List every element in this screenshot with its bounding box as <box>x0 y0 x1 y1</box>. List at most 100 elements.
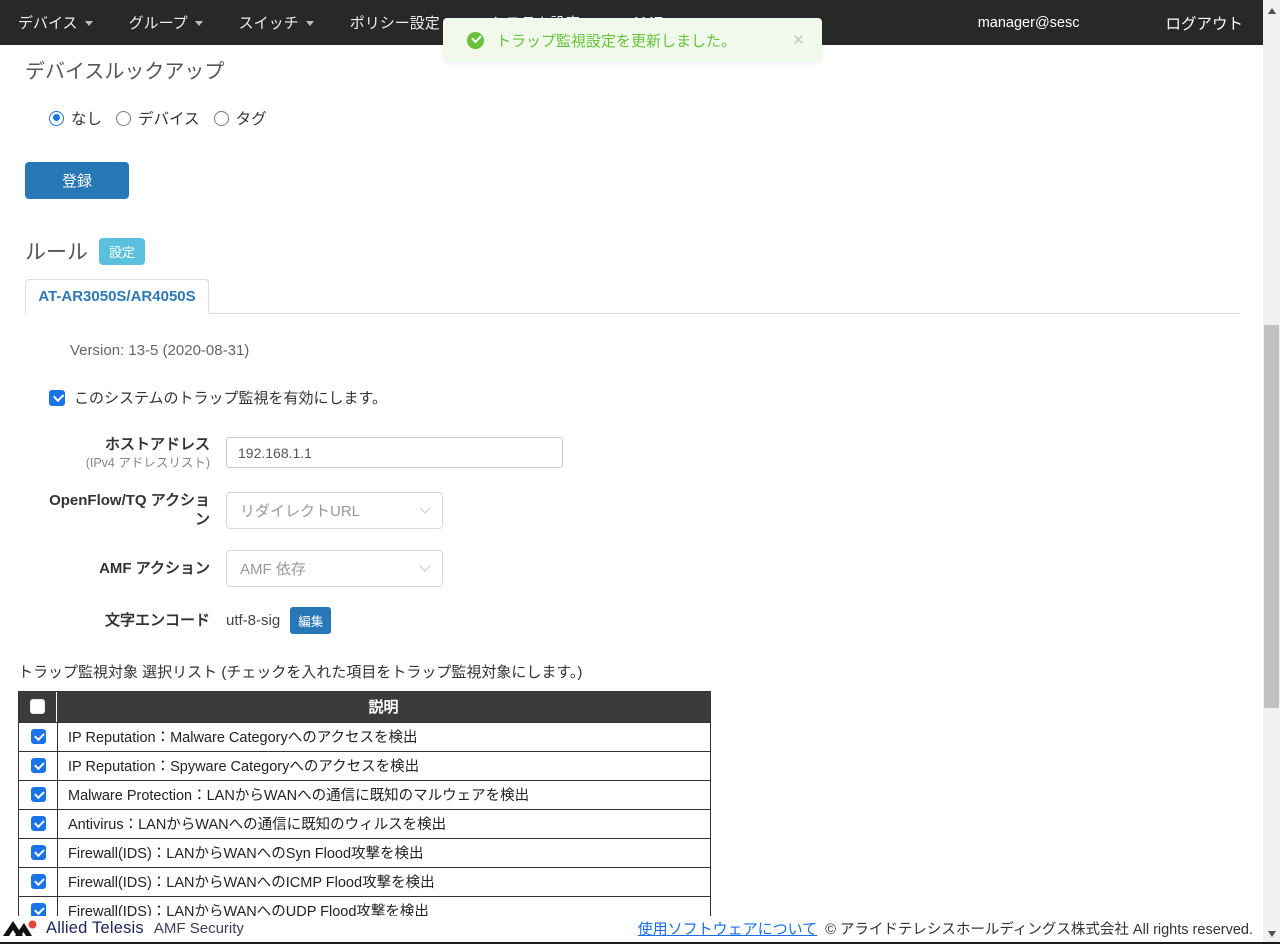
table-row: Malware Protection：LANからWANへの通信に既知のマルウェア… <box>19 780 710 809</box>
openflow-action-value: リダイレクトURL <box>240 500 360 521</box>
host-address-row: ホストアドレス (IPv4 アドレスリスト) <box>49 435 1263 471</box>
row-check-cell <box>19 752 57 780</box>
footer-right: 使用ソフトウェアについて © アライドテレシスホールディングス株式会社 All … <box>638 918 1255 939</box>
description-column-header: 説明 <box>57 696 710 717</box>
nav-right: manager@sesc ログアウト <box>978 12 1243 34</box>
toast-message: トラップ監視設定を更新しました。 <box>496 30 781 51</box>
row-check-cell <box>19 897 57 916</box>
row-checkbox[interactable] <box>31 729 46 744</box>
row-description: IP Reputation：Spyware Categoryへのアクセスを検出 <box>57 752 710 780</box>
success-toast: トラップ監視設定を更新しました。 × <box>443 18 822 62</box>
row-checkbox[interactable] <box>31 787 46 802</box>
chevron-down-icon <box>419 503 430 514</box>
table-row: Firewall(IDS)：LANからWANへのICMP Flood攻撃を検出 <box>19 867 710 896</box>
scrollbar-thumb[interactable] <box>1264 325 1279 708</box>
nav-menu-item-label: ポリシー設定 <box>350 12 440 33</box>
radio-option-label: タグ <box>236 107 267 129</box>
lookup-radio-group: なし デバイス タグ <box>49 107 1263 129</box>
row-checkbox[interactable] <box>31 845 46 860</box>
radio-icon[interactable] <box>214 111 229 126</box>
brand-name: Allied Telesis <box>46 919 144 938</box>
radio-option-label: デバイス <box>138 107 200 129</box>
nav-menu-item-label: グループ <box>129 12 188 33</box>
table-row: Firewall(IDS)：LANからWANへのSyn Flood攻撃を検出 <box>19 838 710 867</box>
lookup-submit-button[interactable]: 登録 <box>25 162 129 199</box>
allied-telesis-logo: Allied Telesis <box>2 919 144 938</box>
chevron-down-icon <box>85 21 93 26</box>
row-checkbox[interactable] <box>31 758 46 773</box>
host-address-sublabel: (IPv4 アドレスリスト) <box>49 455 210 471</box>
rule-header: ルール 設定 <box>25 236 1263 266</box>
allied-telesis-logo-icon <box>2 919 40 938</box>
amf-action-row: AMF アクション AMF 依存 <box>49 550 1263 587</box>
row-description: Firewall(IDS)：LANからWANへのICMP Flood攻撃を検出 <box>57 868 710 896</box>
table-header-row: 説明 <box>19 692 710 722</box>
lookup-radio-option[interactable]: タグ <box>214 107 267 129</box>
openflow-action-select[interactable]: リダイレクトURL <box>226 492 443 529</box>
row-check-cell <box>19 781 57 809</box>
amf-action-label: AMF アクション <box>49 559 210 579</box>
openflow-action-label: OpenFlow/TQ アクション <box>49 491 210 530</box>
chevron-down-icon <box>195 21 203 26</box>
row-checkbox[interactable] <box>31 874 46 889</box>
scroll-down-icon[interactable] <box>1263 925 1280 942</box>
tab-ar3050s-ar4050s[interactable]: AT-AR3050S/AR4050S <box>25 279 209 314</box>
encoding-row: 文字エンコード utf-8-sig 編集 <box>49 607 1263 634</box>
table-body: IP Reputation：Malware Categoryへのアクセスを検出 … <box>19 722 710 916</box>
nav-menu-item[interactable]: スイッチ <box>239 12 314 33</box>
trap-target-table: 説明 IP Reputation：Malware Categoryへのアクセスを… <box>18 691 711 916</box>
radio-option-label: なし <box>71 107 102 129</box>
row-description: Firewall(IDS)：LANからWANへのSyn Flood攻撃を検出 <box>57 839 710 867</box>
radio-icon[interactable] <box>49 111 64 126</box>
encoding-value: utf-8-sig <box>226 612 280 629</box>
scroll-up-icon[interactable] <box>1263 2 1280 19</box>
copyright-text: © アライドテレシスホールディングス株式会社 All rights reserv… <box>825 918 1253 939</box>
lookup-radio-option[interactable]: デバイス <box>116 107 200 129</box>
row-description: Malware Protection：LANからWANへの通信に既知のマルウェア… <box>57 781 710 809</box>
row-checkbox[interactable] <box>31 816 46 831</box>
row-description: Firewall(IDS)：LANからWANへのUDP Flood攻撃を検出 <box>57 897 710 916</box>
row-description: IP Reputation：Malware Categoryへのアクセスを検出 <box>57 723 710 751</box>
nav-menu-item-label: デバイス <box>18 12 78 33</box>
amf-action-select[interactable]: AMF 依存 <box>226 550 443 587</box>
chevron-down-icon <box>419 561 430 572</box>
nav-menu-item[interactable]: ポリシー設定 <box>350 12 455 33</box>
toast-close-icon[interactable]: × <box>793 31 804 50</box>
software-info-link[interactable]: 使用ソフトウェアについて <box>638 918 818 939</box>
chevron-down-icon <box>306 21 314 26</box>
trap-target-caption: トラップ監視対象 選択リスト (チェックを入れた項目をトラップ監視対象にします。… <box>18 661 1263 682</box>
product-name: AMF Security <box>154 920 244 937</box>
table-row: Firewall(IDS)：LANからWANへのUDP Flood攻撃を検出 <box>19 896 710 916</box>
encoding-edit-button[interactable]: 編集 <box>290 607 331 634</box>
row-check-cell <box>19 868 57 896</box>
table-row: IP Reputation：Spyware Categoryへのアクセスを検出 <box>19 751 710 780</box>
success-check-icon <box>467 32 484 49</box>
lookup-radio-option[interactable]: なし <box>49 107 102 129</box>
row-checkbox[interactable] <box>31 903 46 916</box>
table-row: Antivirus：LANからWANへの通信に既知のウィルスを検出 <box>19 809 710 838</box>
host-address-label: ホストアドレス (IPv4 アドレスリスト) <box>49 435 210 471</box>
rule-title: ルール <box>25 236 88 266</box>
rule-settings-badge[interactable]: 設定 <box>99 238 145 265</box>
nav-menu-item[interactable]: グループ <box>129 12 203 33</box>
rule-form: ホストアドレス (IPv4 アドレスリスト) OpenFlow/TQ アクション… <box>49 435 1263 634</box>
trap-enable-checkbox[interactable] <box>49 390 65 406</box>
vertical-scrollbar[interactable] <box>1263 0 1280 944</box>
logged-in-user: manager@sesc <box>978 15 1080 31</box>
amf-action-value: AMF 依存 <box>240 558 306 579</box>
row-description: Antivirus：LANからWANへの通信に既知のウィルスを検出 <box>57 810 710 838</box>
logout-button[interactable]: ログアウト <box>1165 12 1243 34</box>
trap-enable-label: このシステムのトラップ監視を有効にします。 <box>74 387 387 408</box>
radio-icon[interactable] <box>116 111 131 126</box>
page-footer: Allied Telesis AMF Security 使用ソフトウェアについて… <box>0 916 1263 942</box>
host-address-input[interactable] <box>226 437 563 468</box>
select-all-checkbox[interactable] <box>30 699 45 714</box>
openflow-action-row: OpenFlow/TQ アクション リダイレクトURL <box>49 491 1263 530</box>
trap-target-section: トラップ監視対象 選択リスト (チェックを入れた項目をトラップ監視対象にします。… <box>18 661 1263 916</box>
rule-tabstrip: AT-AR3050S/AR4050S <box>25 279 1240 314</box>
nav-menu-item[interactable]: デバイス <box>18 12 93 33</box>
version-text: Version: 13-5 (2020-08-31) <box>70 342 1263 359</box>
app-window: デバイス グループ スイッチ ポリシー設定 システム設定 AMF manager… <box>0 0 1280 944</box>
encoding-label: 文字エンコード <box>49 611 210 631</box>
header-check-cell <box>19 692 57 722</box>
